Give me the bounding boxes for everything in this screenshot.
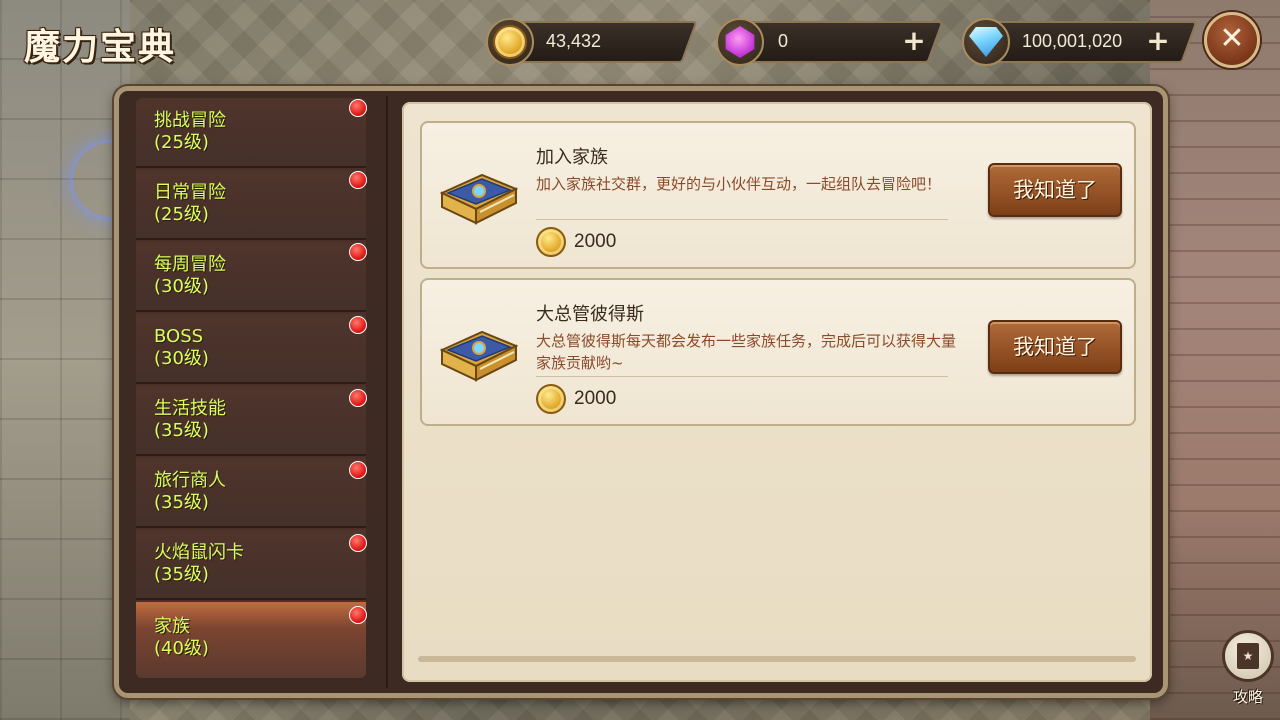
sidebar-item-label: 家族 <box>154 616 190 637</box>
currency-diamond: 100,001,020 + <box>962 18 1198 66</box>
page-title: 魔力宝典 <box>24 26 177 68</box>
book-icon <box>439 173 519 225</box>
gem-amount: 0 <box>778 31 789 51</box>
background-castle <box>1150 0 1280 720</box>
red-dot-icon <box>349 389 367 407</box>
sidebar-item-label: 日常冒险 <box>154 182 226 203</box>
diamond-icon <box>962 18 1010 66</box>
gold-amount: 43,432 <box>546 31 602 51</box>
sidebar-item-challenge-adventure[interactable]: 挑战冒险 (25级) <box>136 98 366 168</box>
coin-icon <box>486 18 534 66</box>
sidebar-item-level: (40级) <box>154 638 209 659</box>
guide-button[interactable]: ★ 攻略 <box>1220 630 1276 710</box>
guide-label: 攻略 <box>1232 688 1263 706</box>
add-gem-button[interactable]: + <box>900 27 928 56</box>
add-diamond-button[interactable]: + <box>1144 27 1172 56</box>
close-button[interactable]: ✕ <box>1204 12 1260 68</box>
currency-gem: 0 + <box>716 18 944 66</box>
coin-icon <box>536 227 566 257</box>
red-dot-icon <box>349 606 367 624</box>
sidebar-item-level: (35级) <box>154 564 209 585</box>
info-card-steward-peters: 大总管彼得斯 大总管彼得斯每天都会发布一些家族任务，完成后可以获得大量家族贡献哟… <box>420 278 1136 426</box>
book-icon: ★ <box>1237 643 1259 669</box>
sidebar-item-fire-rat-card[interactable]: 火焰鼠闪卡 (35级) <box>136 530 366 600</box>
reward-amount: 2000 <box>574 231 617 252</box>
sidebar-item-label: BOSS <box>154 326 204 347</box>
diamond-amount: 100,001,020 <box>1022 31 1123 51</box>
sidebar-item-level: (25级) <box>154 204 209 225</box>
sidebar-divider <box>386 96 388 688</box>
sidebar-item-level: (35级) <box>154 420 209 441</box>
sidebar-item-label: 每周冒险 <box>154 254 226 275</box>
acknowledge-button[interactable]: 我知道了 <box>988 320 1122 374</box>
sidebar-item-traveling-merchant[interactable]: 旅行商人 (35级) <box>136 458 366 528</box>
sidebar-item-life-skills[interactable]: 生活技能 (35级) <box>136 386 366 456</box>
card-title: 加入家族 <box>536 147 608 168</box>
card-title: 大总管彼得斯 <box>536 304 644 325</box>
background-stone <box>0 0 130 720</box>
sidebar: 挑战冒险 (25级) 日常冒险 (25级) 每周冒险 (30级) BOSS (3… <box>136 98 366 678</box>
divider <box>536 219 948 220</box>
red-dot-icon <box>349 461 367 479</box>
sidebar-item-label: 挑战冒险 <box>154 110 226 131</box>
divider <box>536 376 948 377</box>
red-dot-icon <box>349 171 367 189</box>
info-card-join-family: 加入家族 加入家族社交群，更好的与小伙伴互动，一起组队去冒险吧！ 2000 我知… <box>420 121 1136 269</box>
sidebar-item-family[interactable]: 家族 (40级) <box>136 602 366 678</box>
sidebar-item-boss[interactable]: BOSS (30级) <box>136 314 366 384</box>
sidebar-item-label: 生活技能 <box>154 398 226 419</box>
card-description: 加入家族社交群，更好的与小伙伴互动，一起组队去冒险吧！ <box>536 175 942 193</box>
sidebar-item-weekly-adventure[interactable]: 每周冒险 (30级) <box>136 242 366 312</box>
sidebar-item-level: (30级) <box>154 276 209 297</box>
reward-amount: 2000 <box>574 388 617 409</box>
book-icon <box>439 330 519 382</box>
content-scroll-track <box>418 656 1136 662</box>
sidebar-item-daily-adventure[interactable]: 日常冒险 (25级) <box>136 170 366 240</box>
sidebar-item-level: (30级) <box>154 348 209 369</box>
coin-icon <box>536 384 566 414</box>
card-description: 大总管彼得斯每天都会发布一些家族任务，完成后可以获得大量家族贡献哟~ <box>536 332 957 372</box>
red-dot-icon <box>349 316 367 334</box>
currency-gold: 43,432 <box>486 18 698 66</box>
red-dot-icon <box>349 99 367 117</box>
red-dot-icon <box>349 243 367 261</box>
close-icon: ✕ <box>1219 21 1245 56</box>
gem-icon <box>716 18 764 66</box>
sidebar-item-level: (25级) <box>154 132 209 153</box>
sidebar-item-label: 火焰鼠闪卡 <box>154 542 244 563</box>
sidebar-item-label: 旅行商人 <box>154 470 226 491</box>
acknowledge-button[interactable]: 我知道了 <box>988 163 1122 217</box>
sidebar-item-level: (35级) <box>154 492 209 513</box>
red-dot-icon <box>349 534 367 552</box>
